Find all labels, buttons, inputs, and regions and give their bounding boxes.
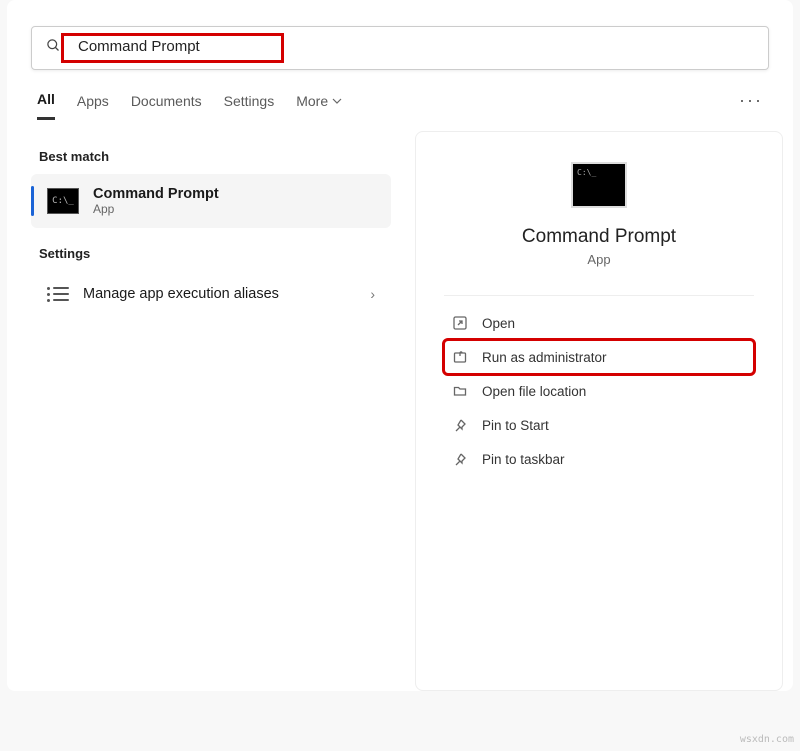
watermark: wsxdn.com <box>740 734 794 745</box>
action-label: Pin to taskbar <box>482 452 565 467</box>
chevron-right-icon: › <box>370 286 375 302</box>
more-options-button[interactable]: ··· <box>739 90 763 121</box>
results-column: Best match C:\_ Command Prompt App Setti… <box>31 131 391 691</box>
action-open[interactable]: Open <box>444 306 754 340</box>
pin-icon <box>452 451 468 467</box>
section-best-match: Best match <box>31 131 391 174</box>
search-panel: All Apps Documents Settings More ··· Bes… <box>7 0 793 691</box>
command-prompt-icon: C:\_ <box>47 188 79 214</box>
result-title: Command Prompt <box>93 186 219 202</box>
action-label: Pin to Start <box>482 418 549 433</box>
chevron-down-icon <box>332 96 342 106</box>
search-icon <box>46 38 61 58</box>
tab-all[interactable]: All <box>37 91 55 120</box>
result-subtitle: App <box>93 202 219 216</box>
tab-apps[interactable]: Apps <box>77 93 109 119</box>
result-manage-aliases[interactable]: Manage app execution aliases › <box>31 271 391 317</box>
preview-pane: C:\_ Command Prompt App Open Run as admi… <box>415 131 783 691</box>
result-command-prompt[interactable]: C:\_ Command Prompt App <box>31 174 391 228</box>
filter-tabs: All Apps Documents Settings More ··· <box>7 70 793 127</box>
section-settings: Settings <box>31 228 391 271</box>
action-label: Open <box>482 316 515 331</box>
search-input[interactable] <box>78 38 277 55</box>
action-run-as-administrator[interactable]: Run as administrator <box>444 340 754 374</box>
action-pin-to-start[interactable]: Pin to Start <box>444 408 754 442</box>
action-label: Run as administrator <box>482 350 607 365</box>
command-prompt-icon-large: C:\_ <box>571 162 627 208</box>
tab-more[interactable]: More <box>296 93 342 119</box>
preview-subtitle: App <box>444 252 754 267</box>
shield-icon <box>452 349 468 365</box>
divider <box>444 295 754 296</box>
search-highlight <box>61 33 284 63</box>
tab-more-label: More <box>296 93 328 109</box>
search-bar[interactable] <box>31 26 769 70</box>
preview-title: Command Prompt <box>444 226 754 248</box>
action-pin-to-taskbar[interactable]: Pin to taskbar <box>444 442 754 476</box>
tab-settings[interactable]: Settings <box>224 93 275 119</box>
pin-icon <box>452 417 468 433</box>
open-icon <box>452 315 468 331</box>
action-open-file-location[interactable]: Open file location <box>444 374 754 408</box>
folder-icon <box>452 383 468 399</box>
list-settings-icon <box>47 283 69 305</box>
action-label: Open file location <box>482 384 586 399</box>
result-title: Manage app execution aliases <box>83 286 279 302</box>
tab-documents[interactable]: Documents <box>131 93 202 119</box>
